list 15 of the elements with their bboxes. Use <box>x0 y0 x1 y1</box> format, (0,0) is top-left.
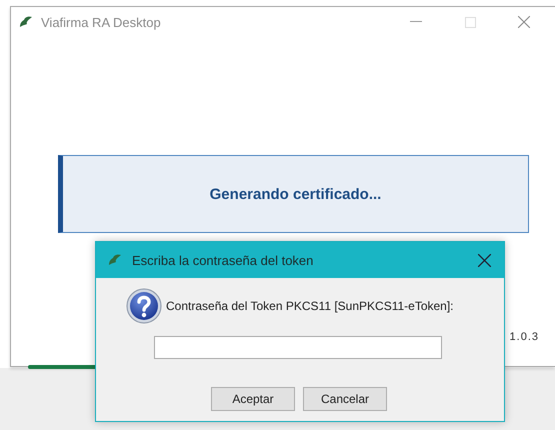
close-icon <box>518 16 530 28</box>
close-icon <box>478 254 490 266</box>
password-field[interactable] <box>154 336 442 359</box>
maximize-icon <box>464 16 476 28</box>
dialog-title: Escriba la contraseña del token <box>132 252 314 268</box>
password-prompt: Contraseña del Token PKCS11 [SunPKCS11-eToken]: <box>166 299 454 313</box>
question-icon <box>126 288 162 324</box>
cancel-button[interactable]: Cancelar <box>303 387 387 411</box>
bird-logo-icon <box>108 253 122 267</box>
bird-logo-icon <box>19 15 33 29</box>
minimize-icon <box>410 21 422 23</box>
accept-button[interactable]: Aceptar <box>211 387 295 411</box>
window-title: Viafirma RA Desktop <box>41 14 162 30</box>
version-label: 1.0.3 <box>510 331 539 343</box>
status-panel: Generando certificado... <box>58 155 529 233</box>
